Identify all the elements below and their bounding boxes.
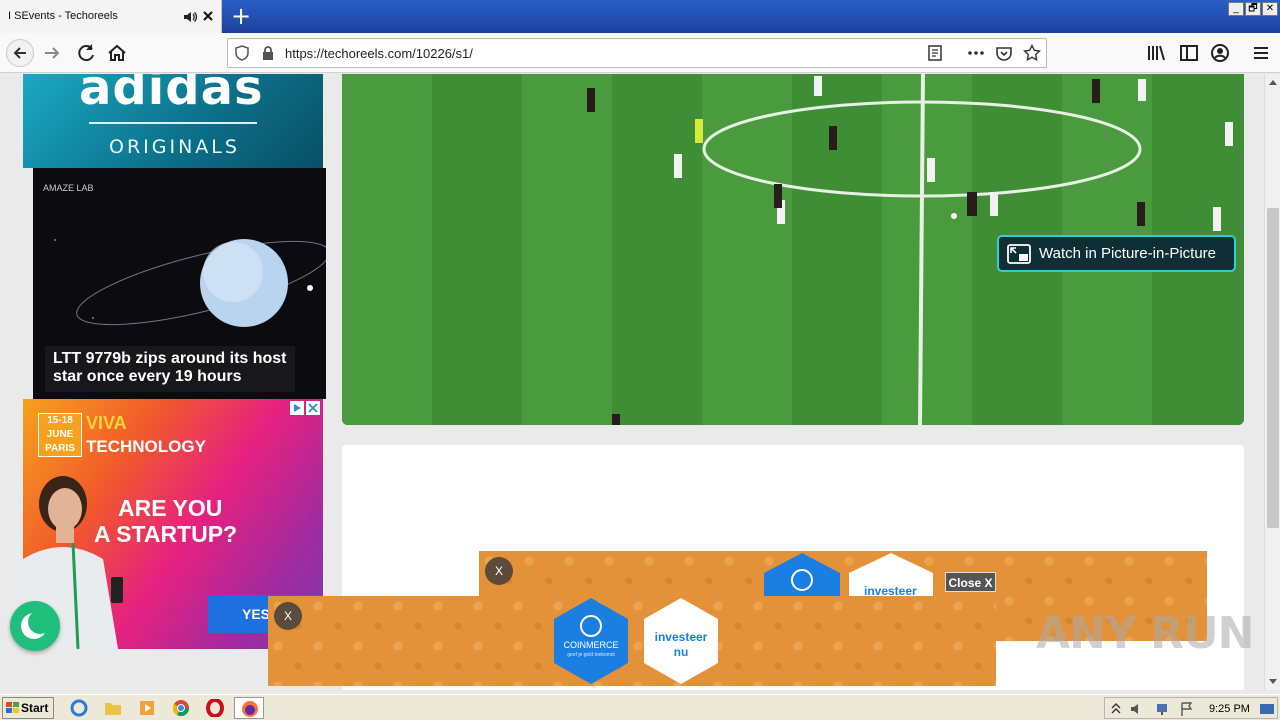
pocket-icon[interactable] [995,45,1013,61]
volume-icon[interactable] [1129,701,1145,717]
lock-icon[interactable] [261,45,275,61]
investeer-line2: nu [673,645,689,659]
windows-taskbar: Start 9:25 PM [0,694,1280,720]
minimize-button[interactable]: _ [1228,2,1244,16]
firefox-taskbar-button[interactable] [234,697,264,719]
viva-technology-label: TECHNOLOGY [86,437,206,456]
account-icon[interactable] [1208,41,1232,65]
speaker-icon[interactable] [182,9,198,25]
shield-icon[interactable] [234,45,250,61]
viva-brand: VIVA [86,413,127,433]
system-tray: 9:25 PM [1104,697,1278,719]
chrome-icon[interactable] [172,699,190,717]
scroll-thumb[interactable] [1267,208,1279,528]
folder-icon[interactable] [104,699,122,717]
restore-button[interactable]: 🗗 [1245,2,1261,16]
chat-widget-button[interactable] [10,601,60,651]
windows-logo-icon [6,702,19,713]
tray-expand-icon[interactable] [1111,702,1121,716]
url-text[interactable]: https://techoreels.com/10226/s1/ [285,46,473,61]
coinmerce-hexagon-back [764,553,840,599]
banner-close-x[interactable]: X [274,602,302,630]
investeer-line1: investeer [654,630,708,644]
browser-tab[interactable]: I SEvents - Techoreels [0,0,222,33]
new-tab-button[interactable]: + [228,4,254,30]
reader-view-icon[interactable] [927,45,943,61]
firefox-icon [242,701,258,717]
tab-title: I SEvents - Techoreels [8,10,118,22]
divider-line [89,122,257,124]
question-line2: A STARTUP? [94,521,238,547]
pip-label: Watch in Picture-in-Picture [1039,245,1216,262]
banner-close-x[interactable]: X [485,557,513,585]
space-ad[interactable]: AMAZE LAB LTT 9779b zips around its host… [33,168,326,399]
adidas-ad[interactable]: adidas ORIGINALS [23,74,323,168]
anyrun-watermark: ANY RUN [1036,608,1254,659]
media-player-icon[interactable] [138,699,156,717]
internet-explorer-icon[interactable] [70,699,88,717]
date-line3: PARIS [45,443,75,454]
moon-icon [21,610,52,639]
taskbar-clock: 9:25 PM [1209,703,1250,715]
vertical-scrollbar[interactable] [1264,74,1280,690]
amaze-lab-logo: AMAZE LAB [43,183,94,193]
picture-in-picture-button[interactable]: Watch in Picture-in-Picture [997,235,1236,272]
start-button[interactable]: Start [2,697,54,719]
library-icon[interactable] [1145,41,1169,65]
scroll-up-icon[interactable] [1268,78,1278,86]
bookmark-star-icon[interactable] [1023,44,1041,62]
flag-icon[interactable] [1179,701,1195,717]
title-bar: I SEvents - Techoreels + _ 🗗 ✕ [0,0,1280,33]
more-actions-icon[interactable] [966,45,986,61]
date-line2: JUNE [46,429,74,440]
adidas-subtitle: ORIGINALS [109,136,240,158]
adidas-logo: adidas [79,74,264,116]
navigation-toolbar: https://techoreels.com/10226/s1/ [0,33,1280,73]
pip-icon [1007,244,1031,264]
opera-icon[interactable] [206,699,224,717]
adchoices-icon[interactable] [290,401,320,415]
network-icon[interactable] [1155,701,1171,717]
space-headline: LTT 9779b zips around its host star once… [53,350,287,385]
coinmerce-brand: COINMERCE [563,640,619,650]
sidebar-icon[interactable] [1177,41,1201,65]
start-label: Start [21,701,49,715]
close-ad-button[interactable]: Close X [945,572,996,592]
page-content: adidas ORIGINALS AMAZE LAB LTT 9779b zip… [0,74,1264,690]
reload-icon[interactable] [74,41,98,65]
coinmerce-banner-front[interactable]: X COINMERCE geef je geld toekomst invest… [268,596,996,686]
menu-icon[interactable] [1249,41,1273,65]
close-tab-icon[interactable] [200,8,216,24]
forward-arrow-icon[interactable] [40,41,64,65]
question-line1: ARE YOU [118,495,223,521]
url-bar[interactable]: https://techoreels.com/10226/s1/ [227,38,1047,68]
show-desktop-icon[interactable] [1259,701,1275,717]
back-button[interactable] [6,39,34,67]
coinmerce-tagline: geef je geld toekomst [567,652,615,658]
back-arrow-icon [13,47,26,59]
date-line1: 15-18 [47,415,73,426]
home-icon[interactable] [105,41,129,65]
scroll-down-icon[interactable] [1268,678,1278,686]
banner-pattern [268,596,996,686]
event-date-badge: 15-18 JUNE PARIS [38,413,82,457]
close-window-button[interactable]: ✕ [1262,2,1278,16]
